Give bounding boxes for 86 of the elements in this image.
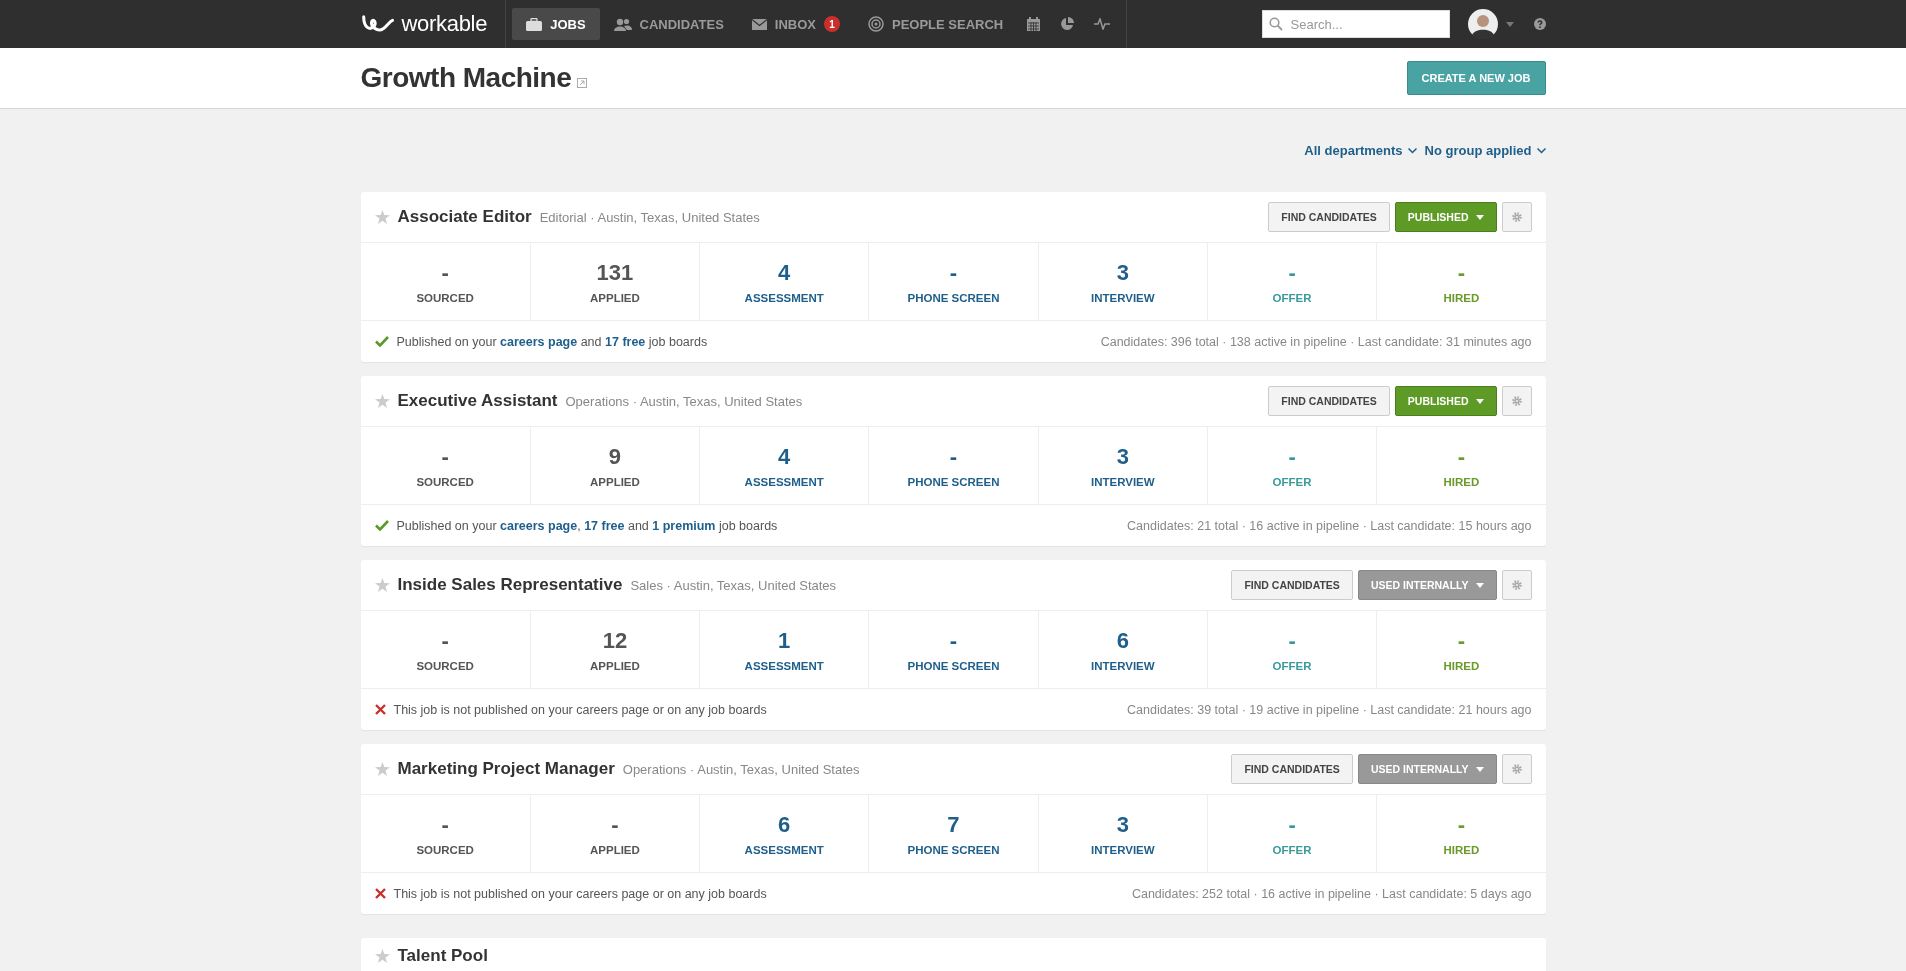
people-icon xyxy=(613,17,632,31)
star-icon[interactable] xyxy=(374,394,390,408)
nav-tab[interactable]: JOBS xyxy=(512,8,600,40)
publish-status-text: Published on your careers page, 17 free and 1 premium job boards xyxy=(396,518,778,533)
job-title[interactable]: Inside Sales Representative xyxy=(397,575,623,595)
caret-icon xyxy=(1475,766,1484,772)
chevron-icon xyxy=(1407,147,1417,154)
job-title[interactable]: Marketing Project Manager xyxy=(397,759,615,779)
candidate-summary: Candidates: 252 total · 16 active in pipeline · Last candidate: 5 days ago xyxy=(1131,886,1532,901)
target-icon xyxy=(868,16,884,32)
gear-icon xyxy=(1510,579,1523,591)
star-icon[interactable] xyxy=(374,210,390,224)
status-dropdown[interactable]: PUBLISHED xyxy=(1394,386,1497,416)
settings-button[interactable] xyxy=(1501,202,1532,232)
star-icon[interactable] xyxy=(374,762,390,776)
candidate-summary: Candidates: 396 total · 138 active in pipeline · Last candidate: 31 minutes ago xyxy=(1100,334,1532,349)
status-dropdown[interactable]: PUBLISHED xyxy=(1394,202,1497,232)
settings-button[interactable] xyxy=(1501,570,1532,600)
pipeline-stage[interactable]: 4 ASSESSMENT xyxy=(699,243,869,320)
settings-button[interactable] xyxy=(1501,386,1532,416)
nav-tab[interactable]: PEOPLE SEARCH xyxy=(854,8,1018,40)
publish-status-text: Published on your careers page and 17 free job boards xyxy=(396,334,708,349)
pipeline-stage[interactable]: 3 INTERVIEW xyxy=(1037,427,1207,504)
pipeline-stage[interactable]: 7 PHONE SCREEN xyxy=(868,795,1038,872)
job-title[interactable]: Executive Assistant xyxy=(397,391,558,411)
caret-icon xyxy=(1475,398,1484,404)
gear-icon xyxy=(1510,395,1523,407)
pipeline-stage[interactable]: - PHONE SCREEN xyxy=(868,611,1038,688)
pipeline-stage[interactable]: - SOURCED xyxy=(360,795,530,872)
gear-icon xyxy=(1510,763,1523,775)
avatar-icon[interactable] xyxy=(1467,9,1498,39)
chevron-icon xyxy=(1536,147,1546,154)
help-icon[interactable] xyxy=(1533,18,1546,30)
job-meta: Operations · Austin, Texas, United States xyxy=(622,761,860,777)
gear-icon xyxy=(1510,211,1523,223)
search-icon xyxy=(1268,17,1283,31)
unread-count-badge: 1 xyxy=(824,16,840,32)
pipeline-stage[interactable]: - SOURCED xyxy=(360,243,530,320)
search-field[interactable]: Search... xyxy=(1261,10,1450,38)
logo-text: workable xyxy=(401,11,488,37)
filter-dropdown[interactable]: All departments xyxy=(1304,143,1417,158)
caret-icon xyxy=(1475,582,1484,588)
candidate-summary: Candidates: 39 total · 19 active in pipeline · Last candidate: 21 hours ago xyxy=(1127,702,1532,717)
job-board-link[interactable]: 1 premium xyxy=(652,518,716,533)
pipeline-stage[interactable]: 6 INTERVIEW xyxy=(1037,611,1207,688)
pipeline-stage[interactable]: 3 INTERVIEW xyxy=(1037,795,1207,872)
page-title: Growth Machine xyxy=(360,62,572,94)
job-board-link[interactable]: careers page xyxy=(500,334,578,349)
job-meta: Sales · Austin, Texas, United States xyxy=(630,577,837,593)
pipeline-stage[interactable]: 9 APPLIED xyxy=(529,427,700,504)
pipeline-stage[interactable]: 4 ASSESSMENT xyxy=(699,427,869,504)
find-candidates-button[interactable]: FIND CANDIDATES xyxy=(1268,386,1390,416)
job-title[interactable]: Talent Pool xyxy=(397,946,488,966)
nav-tab[interactable]: CANDIDATES xyxy=(599,8,738,40)
candidate-summary: Candidates: 21 total · 16 active in pipeline · Last candidate: 15 hours ago xyxy=(1127,518,1532,533)
star-icon[interactable] xyxy=(374,949,390,963)
job-title[interactable]: Associate Editor xyxy=(397,207,532,227)
find-candidates-button[interactable]: FIND CANDIDATES xyxy=(1231,570,1353,600)
nav-tab[interactable]: INBOX 1 xyxy=(737,8,854,40)
pipeline-stage[interactable]: 6 ASSESSMENT xyxy=(699,795,869,872)
job-board-link[interactable]: 17 free xyxy=(584,518,625,533)
envelope-icon xyxy=(751,18,767,30)
job-meta: Editorial · Austin, Texas, United States xyxy=(539,209,760,225)
find-candidates-button[interactable]: FIND CANDIDATES xyxy=(1231,754,1353,784)
pipeline-stage[interactable]: 3 INTERVIEW xyxy=(1037,243,1207,320)
find-candidates-button[interactable]: FIND CANDIDATES xyxy=(1268,202,1390,232)
pipeline-stage[interactable]: - SOURCED xyxy=(360,427,530,504)
external-link-icon[interactable] xyxy=(577,78,588,88)
pipeline-stage[interactable]: - PHONE SCREEN xyxy=(868,427,1038,504)
caret-icon xyxy=(1475,214,1484,220)
briefcase-icon xyxy=(526,17,543,31)
logo-icon xyxy=(360,13,397,35)
settings-button[interactable] xyxy=(1501,754,1532,784)
pipeline-stage[interactable]: - APPLIED xyxy=(529,795,700,872)
pipeline-stage[interactable]: 131 APPLIED xyxy=(529,243,700,320)
caret-icon[interactable] xyxy=(1505,21,1514,27)
star-icon[interactable] xyxy=(374,578,390,592)
pipeline-stage[interactable]: - SOURCED xyxy=(360,611,530,688)
pipeline-stage[interactable]: - PHONE SCREEN xyxy=(868,243,1038,320)
filter-dropdown[interactable]: No group applied xyxy=(1424,143,1546,158)
job-board-link[interactable]: 17 free xyxy=(605,334,646,349)
publish-status-text: This job is not published on your careers page or on any job boards xyxy=(393,702,767,717)
publish-status-text: This job is not published on your careers page or on any job boards xyxy=(393,886,767,901)
pipeline-stage[interactable]: 12 APPLIED xyxy=(529,611,700,688)
pipeline-stage[interactable]: 1 ASSESSMENT xyxy=(699,611,869,688)
job-meta: Operations · Austin, Texas, United States xyxy=(565,393,803,409)
